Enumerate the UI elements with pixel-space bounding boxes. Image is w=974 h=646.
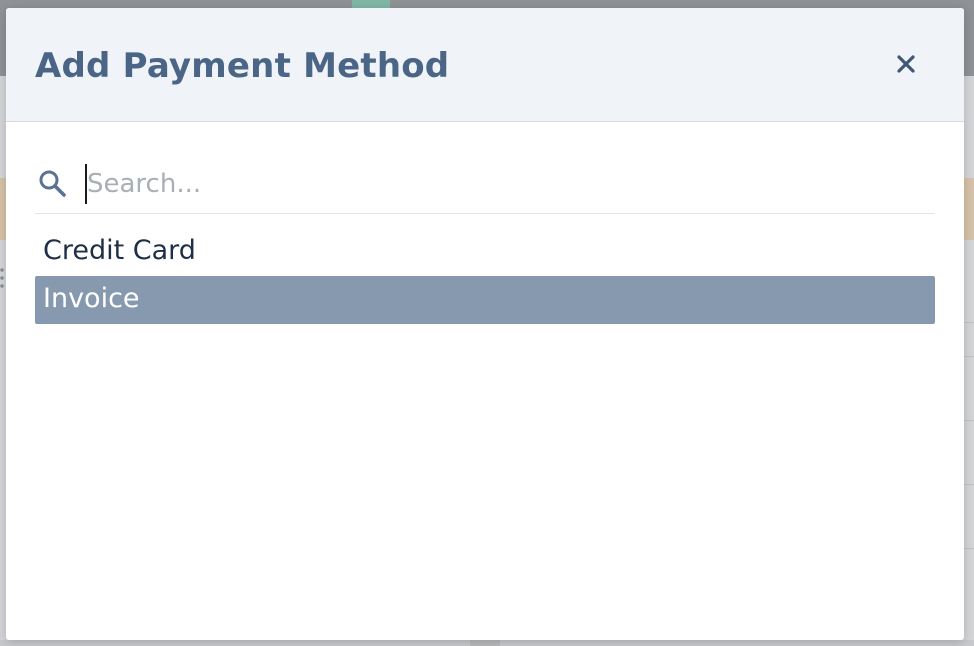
search-input[interactable] bbox=[85, 164, 925, 204]
search-row bbox=[35, 158, 935, 214]
background-bottom-tab bbox=[470, 640, 500, 646]
option-credit-card[interactable]: Credit Card bbox=[35, 228, 935, 276]
background-kebab-icon bbox=[0, 266, 4, 292]
option-label: Invoice bbox=[43, 283, 140, 314]
payment-method-list: Credit Card Invoice bbox=[35, 228, 935, 324]
option-label: Credit Card bbox=[43, 235, 196, 266]
close-button[interactable] bbox=[890, 48, 922, 80]
close-icon bbox=[897, 55, 915, 73]
modal-header: Add Payment Method bbox=[6, 8, 964, 122]
option-invoice[interactable]: Invoice bbox=[35, 276, 935, 324]
modal-title: Add Payment Method bbox=[35, 46, 450, 86]
add-payment-method-modal: Add Payment Method Credit Card Invoice bbox=[6, 8, 964, 640]
search-icon bbox=[39, 170, 66, 197]
